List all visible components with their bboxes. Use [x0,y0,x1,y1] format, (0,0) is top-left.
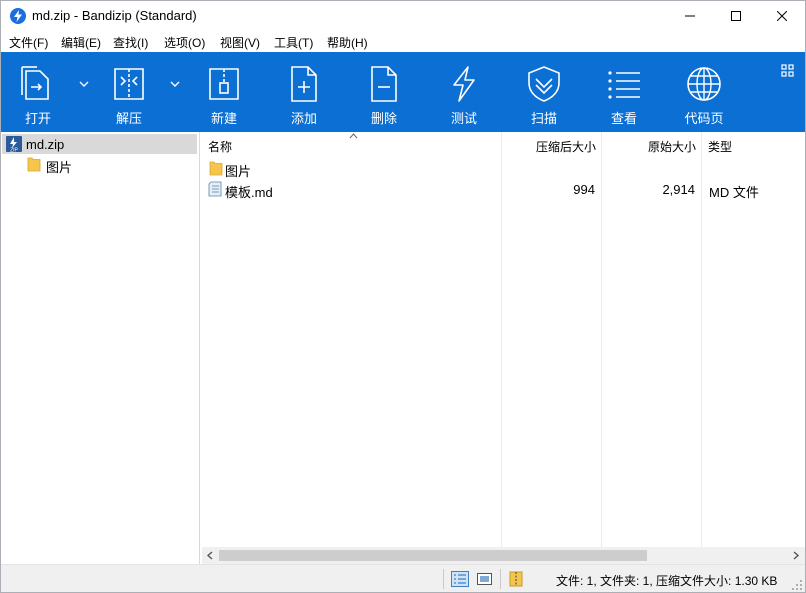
tree-item-root[interactable]: ZIP md.zip [2,134,197,154]
menu-tools[interactable]: 工具(T) [274,34,313,51]
delete-file-icon [371,66,397,102]
tree-root-label: md.zip [26,137,65,152]
folder-icon [209,161,223,176]
status-divider [443,569,444,589]
svg-text:ZIP: ZIP [10,148,18,153]
column-name-label: 名称 [208,140,233,154]
test-label: 测试 [450,111,477,126]
codepage-label: 代码页 [684,111,724,126]
scroll-right-arrow-icon[interactable] [791,551,800,560]
file-row-md[interactable]: 模板.md 994 2,914 MD 文件 [202,179,805,200]
menu-options[interactable]: 选项(O) [164,34,205,51]
file-compressed-size: 994 [573,182,595,197]
column-header-compressed[interactable]: 压缩后大小 [501,132,601,158]
file-type: MD 文件 [709,185,759,200]
column-type-label: 类型 [708,140,733,154]
maximize-button[interactable] [713,1,759,31]
toolbar: 打开 解压 新建 添加 删除 测试 扫描 查看 代码页 [1,52,805,132]
new-archive-button[interactable]: 新建 [189,52,259,132]
file-original-size: 2,914 [662,182,695,197]
column-header-type[interactable]: 类型 [701,132,805,158]
open-dropdown-arrow-icon[interactable] [79,80,89,88]
file-row-folder[interactable]: 图片 [202,158,805,179]
menu-file[interactable]: 文件(F) [9,34,48,51]
file-list: 名称 压缩后大小 原始大小 类型 图片 模板.md 994 2,914 MD 文… [202,132,805,547]
folder-icon [27,157,41,172]
scroll-left-arrow-icon[interactable] [206,551,215,560]
extract-dropdown-arrow-icon[interactable] [170,80,180,88]
scan-shield-icon [528,66,560,102]
horizontal-scrollbar[interactable] [202,547,805,564]
status-divider [500,569,501,589]
archive-info-icon[interactable] [507,571,525,587]
view-list-icon [608,71,640,99]
add-file-icon [291,66,317,102]
open-button[interactable]: 打开 [3,52,73,132]
file-name: 图片 [225,164,252,179]
app-window: md.zip - Bandizip (Standard) 文件(F) 编辑(E)… [0,0,806,593]
sort-ascending-icon [349,133,358,139]
menu-find[interactable]: 查找(I) [113,34,148,51]
open-label: 打开 [24,111,51,126]
status-bar: 文件: 1, 文件夹: 1, 压缩文件大小: 1.30 KB [1,564,805,592]
test-button[interactable]: 测试 [429,52,499,132]
column-header-original[interactable]: 原始大小 [601,132,701,158]
scan-label: 扫描 [530,111,557,126]
extract-label: 解压 [115,111,142,126]
column-header-name[interactable]: 名称 [202,132,501,158]
test-icon [453,66,475,102]
thumbnail-view-icon[interactable] [476,571,494,587]
status-summary: 文件: 1, 文件夹: 1, 压缩文件大小: 1.30 KB [556,574,778,588]
folder-tree: ZIP md.zip 图片 [2,132,200,564]
column-original-label: 原始大小 [647,140,696,154]
delete-label: 删除 [370,111,397,126]
resize-grip-icon[interactable] [791,579,803,591]
tree-folder-label: 图片 [46,160,73,175]
menu-bar: 文件(F) 编辑(E) 查找(I) 选项(O) 视图(V) 工具(T) 帮助(H… [1,31,805,51]
close-button[interactable] [759,1,805,31]
new-archive-label: 新建 [210,111,237,126]
codepage-button[interactable]: 代码页 [669,52,739,132]
tree-item-folder[interactable]: 图片 [2,154,197,175]
text-file-icon [208,181,222,197]
scrollbar-thumb[interactable] [219,550,647,561]
extract-icon [114,68,144,100]
menu-edit[interactable]: 编辑(E) [61,34,101,51]
add-button[interactable]: 添加 [269,52,339,132]
window-title: md.zip - Bandizip (Standard) [32,8,197,23]
title-bar: md.zip - Bandizip (Standard) [1,1,805,31]
new-archive-icon [209,68,239,100]
view-button[interactable]: 查看 [589,52,659,132]
view-label: 查看 [610,111,637,126]
codepage-globe-icon [687,67,721,101]
menu-help[interactable]: 帮助(H) [327,34,368,51]
minimize-button[interactable] [667,1,713,31]
open-icon [21,66,49,100]
bandizip-logo-icon [10,8,26,24]
details-view-icon[interactable] [451,571,469,587]
delete-button[interactable]: 删除 [349,52,419,132]
file-name: 模板.md [225,185,273,200]
scan-button[interactable]: 扫描 [509,52,579,132]
add-label: 添加 [290,111,317,126]
column-compressed-label: 压缩后大小 [535,140,596,154]
zip-archive-icon: ZIP [6,136,22,152]
menu-view[interactable]: 视图(V) [220,34,260,51]
layout-grid-icon[interactable] [781,64,795,78]
extract-button[interactable]: 解压 [94,52,164,132]
